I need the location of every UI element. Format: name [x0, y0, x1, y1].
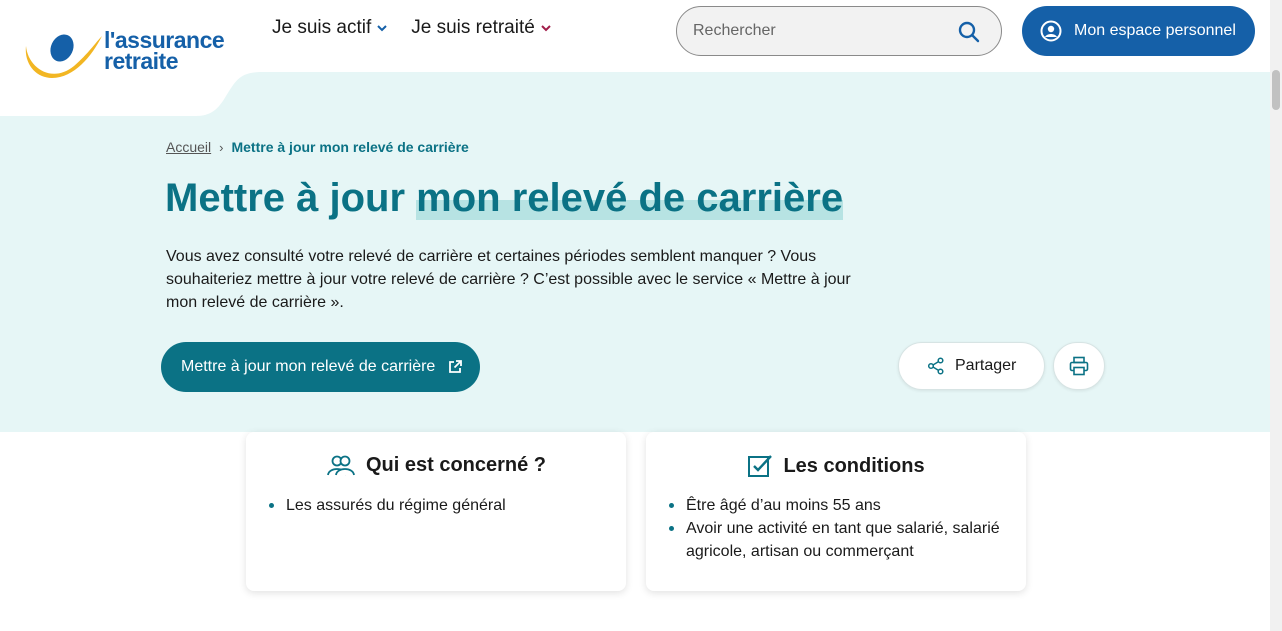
- share-button[interactable]: Partager: [898, 342, 1045, 390]
- update-career-button-label: Mettre à jour mon relevé de carrière: [181, 358, 436, 375]
- logo-mark-icon: [25, 34, 103, 78]
- logo-wordmark: l'assurance retraite: [104, 27, 225, 74]
- card-title: Qui est concerné ?: [365, 454, 547, 476]
- page-scrollbar[interactable]: [1270, 0, 1282, 631]
- account-button-label: Mon espace personnel: [1074, 22, 1236, 39]
- card-title: Les conditions: [783, 454, 925, 477]
- scrollbar-thumb[interactable]: [1272, 70, 1280, 110]
- search-bar: [676, 6, 1002, 56]
- search-icon[interactable]: [957, 20, 981, 44]
- update-career-button[interactable]: Mettre à jour mon relevé de carrière: [161, 342, 480, 392]
- breadcrumb-current: Mettre à jour mon relevé de carrière: [231, 139, 469, 155]
- list-item: Être âgé d’au moins 55 ans: [669, 494, 1006, 517]
- chevron-down-icon: [541, 25, 551, 32]
- card-header: Qui est concerné ?: [246, 454, 626, 477]
- page-title-part1: Mettre à jour: [165, 176, 406, 220]
- account-button[interactable]: Mon espace personnel: [1022, 6, 1255, 56]
- card-list: Les assurés du régime général: [269, 494, 606, 517]
- list-item: Avoir une activité en tant que salarié, …: [669, 517, 1006, 563]
- card-list: Être âgé d’au moins 55 ans Avoir une act…: [669, 494, 1006, 563]
- share-icon: [927, 357, 944, 375]
- page-title: Mettre à jour mon relevé de carrière: [165, 176, 844, 221]
- search-input[interactable]: [693, 22, 943, 40]
- users-icon: [327, 455, 355, 475]
- nav-item-label: Je suis retraité: [411, 17, 535, 38]
- card-who-concerned: Qui est concerné ? Les assurés du régime…: [246, 432, 626, 591]
- user-circle-icon: [1040, 20, 1062, 42]
- nav-item-retraite[interactable]: Je suis retraité: [411, 17, 553, 39]
- main-nav: Je suis actif Je suis retraité: [272, 17, 553, 39]
- page-title-highlight: mon relevé de carrière: [416, 176, 844, 220]
- chevron-right-icon: ›: [219, 139, 224, 155]
- nav-item-label: Je suis actif: [272, 17, 372, 38]
- external-link-icon: [449, 360, 463, 373]
- nav-item-actif[interactable]: Je suis actif: [272, 17, 389, 39]
- site-logo[interactable]: l'assurance retraite: [22, 22, 242, 82]
- print-button[interactable]: [1053, 342, 1105, 390]
- breadcrumb-home-link[interactable]: Accueil: [166, 139, 211, 155]
- printer-icon: [1069, 356, 1089, 376]
- card-header: Les conditions: [646, 454, 1026, 478]
- card-conditions: Les conditions Être âgé d’au moins 55 an…: [646, 432, 1026, 591]
- intro-text: Vous avez consulté votre relevé de carri…: [166, 248, 851, 311]
- breadcrumb: Accueil › Mettre à jour mon relevé de ca…: [166, 139, 469, 155]
- list-item: Les assurés du régime général: [269, 494, 606, 517]
- site-header: l'assurance retraite Je suis actif Je su…: [0, 0, 1282, 78]
- chevron-down-icon: [377, 25, 387, 32]
- checkbox-checked-icon: [748, 455, 773, 477]
- share-button-label: Partager: [955, 357, 1017, 374]
